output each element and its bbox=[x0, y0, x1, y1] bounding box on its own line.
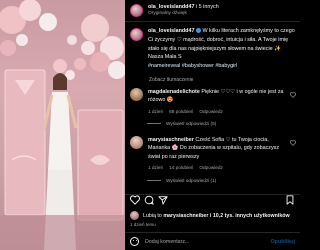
commenter-avatar[interactable] bbox=[130, 88, 143, 101]
likes-prefix: Lubią to bbox=[143, 212, 162, 219]
likes-summary: Lubią to marysiaschneiber i 10,2 tys. in… bbox=[130, 211, 290, 220]
caption-avatar[interactable] bbox=[130, 28, 143, 41]
comment-item: magdalenadelichote Pięknie ♡♡♡ i w ogóle… bbox=[125, 88, 300, 116]
post-details-panel: ola_loveislandd47 i 5 innych Oryginalny … bbox=[125, 0, 300, 250]
comment-like-heart-icon[interactable] bbox=[290, 140, 296, 146]
comment-item: marysiaschneiber Cześć Sofia ♡ tu Twoja … bbox=[125, 136, 300, 173]
comment-time: 1 dzień bbox=[148, 108, 164, 114]
caption-author[interactable]: ola_loveislandd47 bbox=[148, 28, 194, 34]
author-username[interactable]: ola_loveislandd47 bbox=[148, 4, 194, 10]
audio-label[interactable]: Oryginalny dźwięk bbox=[148, 11, 219, 16]
emoji-icon[interactable] bbox=[130, 237, 139, 246]
share-icon[interactable] bbox=[158, 195, 168, 205]
post-image[interactable] bbox=[0, 0, 125, 250]
post-caption: ola_loveislandd47 W kilku literach zamkn… bbox=[125, 22, 300, 71]
verified-icon bbox=[195, 28, 201, 34]
replies-line bbox=[147, 123, 161, 125]
comment-likes[interactable]: 68 polubień bbox=[169, 108, 193, 116]
comment-thread: marysiaschneiber Cześć Sofia ♡ tu Twoja … bbox=[125, 136, 300, 183]
reply-button[interactable]: Odpowiedz bbox=[199, 164, 222, 172]
comment-time: 1 dzień bbox=[148, 165, 164, 171]
view-replies-button[interactable]: Wyświetl odpowiedzi (5) bbox=[147, 121, 300, 126]
post-date: 1 dzień temu bbox=[130, 222, 156, 227]
commenter-avatar[interactable] bbox=[130, 136, 143, 149]
post-header: ola_loveislandd47 i 5 innych Oryginalny … bbox=[125, 0, 300, 22]
liker-avatar[interactable] bbox=[130, 211, 139, 220]
comment-input[interactable] bbox=[145, 238, 265, 245]
comment-thread: magdalenadelichote Pięknie ♡♡♡ i w ogóle… bbox=[125, 88, 300, 126]
comment-icon[interactable] bbox=[144, 195, 154, 205]
add-comment-bar: Opublikuj bbox=[125, 232, 300, 250]
replies-line bbox=[147, 179, 161, 181]
post-comment-button[interactable]: Opublikuj bbox=[271, 239, 295, 245]
liker-username[interactable]: marysiaschneiber bbox=[163, 213, 208, 219]
reply-button[interactable]: Odpowiedz bbox=[199, 108, 222, 116]
heart-icon[interactable] bbox=[130, 195, 140, 205]
bookmark-icon[interactable] bbox=[285, 195, 295, 205]
likes-rest[interactable]: i 10,2 tys. innych użytkowników bbox=[210, 213, 290, 219]
comment-author[interactable]: magdalenadelichote bbox=[148, 89, 200, 95]
author-avatar[interactable] bbox=[130, 4, 143, 17]
collab-link[interactable]: 5 innych bbox=[199, 4, 219, 10]
translation-link[interactable]: Zobacz tłumaczenie bbox=[125, 71, 300, 83]
comment-like-heart-icon[interactable] bbox=[290, 92, 296, 98]
view-replies-button[interactable]: Wyświetl odpowiedzi (1) bbox=[147, 178, 300, 183]
caption-hashtags[interactable]: #nameireveal #babyshower #babygirl bbox=[148, 63, 237, 69]
comment-author[interactable]: marysiaschneiber bbox=[148, 137, 194, 143]
view-replies-label: Wyświetl odpowiedzi (1) bbox=[166, 177, 217, 183]
comment-likes[interactable]: 14 polubień bbox=[169, 164, 193, 172]
baby-shower-photo bbox=[0, 0, 125, 250]
view-replies-label: Wyświetl odpowiedzi (5) bbox=[166, 121, 217, 127]
